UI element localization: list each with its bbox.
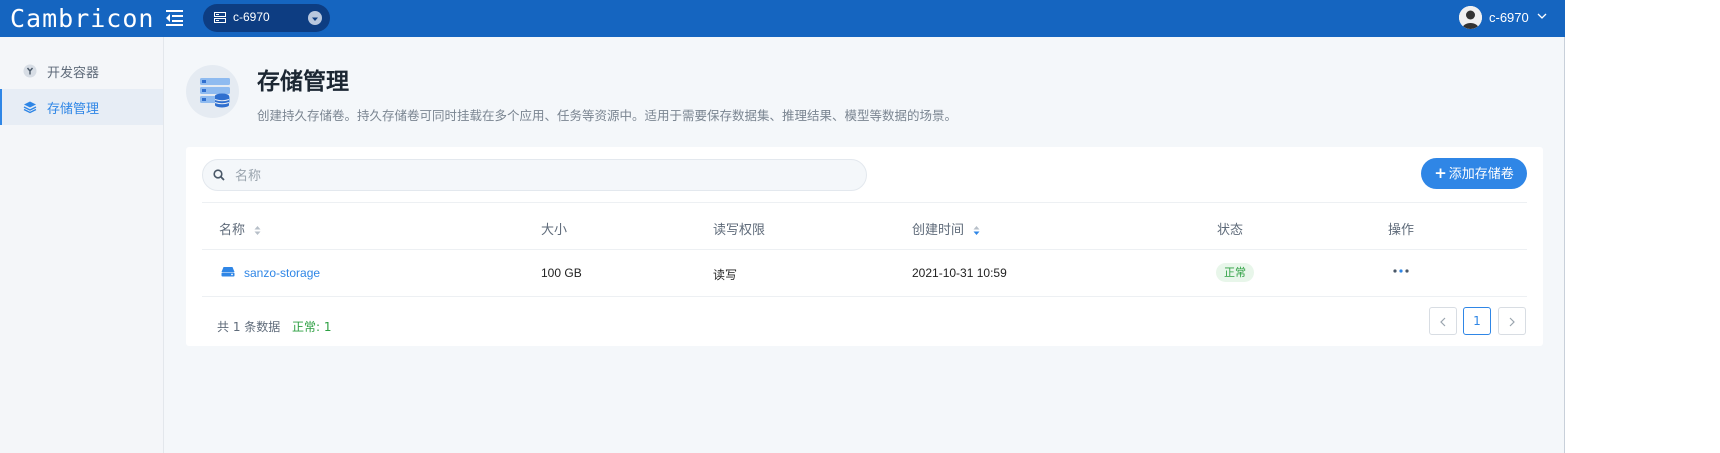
storage-icon [23,101,37,114]
sidebar: 开发容器 存储管理 [0,37,164,453]
chevron-down-icon [1537,13,1547,19]
next-page-button[interactable] [1498,307,1526,335]
context-label: c-6970 [233,10,270,24]
user-name: c-6970 [1489,10,1529,25]
page-title: 存储管理 [257,69,349,95]
total-count: 共 1 条数据 [217,320,281,334]
page-description: 创建持久存储卷。持久存储卷可同时挂载在多个应用、任务等资源中。适用于需要保存数据… [257,108,958,123]
column-header-status: 状态 [1217,223,1244,238]
column-header-label: 创建时间 [912,223,965,238]
plus-icon: + [1434,164,1447,182]
divider [202,249,1527,250]
volume-permission: 读写 [713,268,738,282]
add-storage-button[interactable]: + 添加存储卷 [1421,158,1527,189]
status-badge: 正常 [1216,263,1254,282]
volume-name[interactable]: sanzo-storage [244,266,320,280]
sidebar-item-dev-containers[interactable]: 开发容器 [0,53,163,89]
divider [202,296,1527,297]
column-header-size: 大小 [541,223,568,238]
column-header-created[interactable]: 创建时间 [912,219,980,238]
volume-created: 2021-10-31 10:59 [912,266,1007,280]
search-icon [213,169,225,181]
add-storage-label: 添加存储卷 [1448,167,1514,182]
chevron-down-icon[interactable] [308,11,322,25]
sort-icon[interactable] [254,225,261,236]
window-edge [1565,0,1720,453]
column-header-name[interactable]: 名称 [219,219,261,238]
column-header-permission: 读写权限 [713,223,766,238]
sidebar-item-storage[interactable]: 存储管理 [0,89,163,125]
sidebar-item-label: 开发容器 [47,66,100,81]
menu-collapse-icon[interactable] [164,9,184,27]
sort-icon[interactable] [973,225,980,236]
volume-icon [221,267,235,277]
chevron-left-icon [1440,317,1446,326]
search-input[interactable] [233,165,837,187]
context-selector[interactable]: c-6970 [203,4,330,32]
more-actions-icon[interactable] [1392,264,1412,278]
storage-hero-icon [186,65,239,118]
column-header-actions: 操作 [1388,223,1415,238]
column-header-label: 名称 [219,223,246,238]
prev-page-button[interactable] [1429,307,1457,335]
volume-name-link[interactable]: sanzo-storage [244,266,320,280]
divider [202,202,1527,203]
scrollbar-track [1564,37,1565,453]
search-box [202,159,867,191]
sidebar-item-label: 存储管理 [47,102,100,117]
server-icon [214,12,226,23]
avatar [1459,6,1482,29]
storage-table-card: +添加存储卷 名称 大小 读写权限 创建时间 状态 操作 [186,147,1543,346]
chevron-right-icon [1509,317,1515,326]
container-icon [23,64,37,78]
status-summary: 正常: 1 [292,320,332,334]
page-number-button[interactable]: 1 [1463,307,1491,335]
app-logo[interactable]: Cambricon [10,5,154,32]
top-bar: Cambricon c-6970 c-6970 [0,0,1565,37]
volume-size: 100 GB [541,266,582,280]
main-content: 存储管理 创建持久存储卷。持久存储卷可同时挂载在多个应用、任务等资源中。适用于需… [164,37,1564,453]
